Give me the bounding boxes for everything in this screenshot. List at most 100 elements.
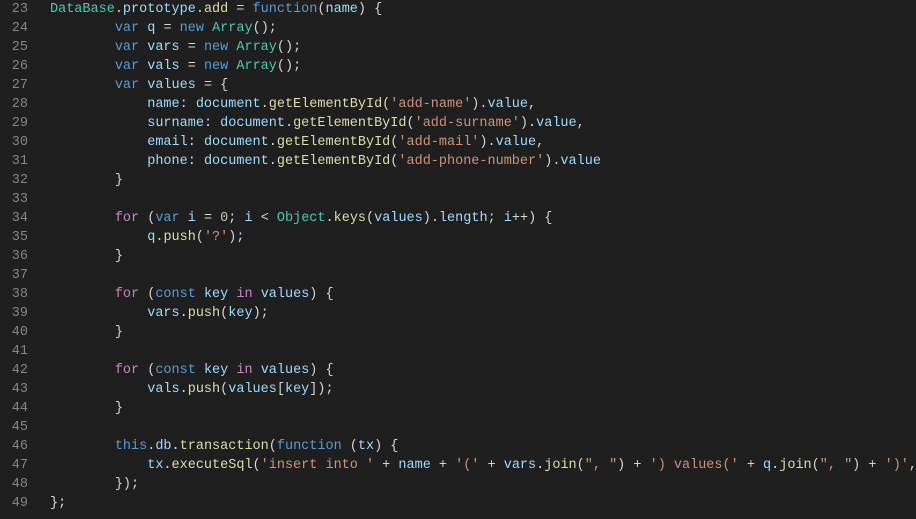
token-punc: . (261, 97, 269, 112)
token-var: values (228, 382, 277, 397)
code-line[interactable]: surname: document.getElementById('add-su… (50, 114, 916, 133)
token-type: Array (212, 21, 253, 36)
token-punc: ( (196, 230, 204, 245)
token-punc: . (180, 382, 188, 397)
token-var: document (204, 135, 269, 150)
code-line[interactable] (50, 190, 916, 209)
token-punc: ). (520, 116, 536, 131)
token-prop: value (496, 135, 537, 150)
token-kw: new (180, 21, 204, 36)
line-number: 29 (0, 114, 28, 133)
token-func: executeSql (172, 458, 253, 473)
token-ctrl: for (115, 211, 139, 226)
code-line[interactable]: tx.executeSql('insert into ' + name + '(… (50, 456, 916, 475)
line-number: 28 (0, 95, 28, 114)
token-punc: ). (471, 97, 487, 112)
code-line[interactable]: } (50, 171, 916, 190)
code-line[interactable]: var q = new Array(); (50, 19, 916, 38)
code-line[interactable] (50, 266, 916, 285)
code-line[interactable] (50, 342, 916, 361)
token-var: values (147, 78, 196, 93)
token-prop: name (147, 97, 179, 112)
token-punc: . (115, 2, 123, 17)
token-var: key (204, 363, 228, 378)
code-line[interactable]: } (50, 323, 916, 342)
token-func: getElementById (269, 97, 382, 112)
code-line[interactable]: var vals = new Array(); (50, 57, 916, 76)
code-line[interactable] (50, 418, 916, 437)
token-punc: . (180, 306, 188, 321)
code-line[interactable]: } (50, 247, 916, 266)
token-op: + (479, 458, 503, 473)
token-punc: , (909, 458, 916, 473)
token-func: getElementById (277, 154, 390, 169)
token-op: = (228, 2, 252, 17)
code-line[interactable]: } (50, 399, 916, 418)
code-line[interactable]: DataBase.prototype.add = function(name) … (50, 0, 916, 19)
token-obj: Object (277, 211, 326, 226)
token-ctrl: for (115, 363, 139, 378)
line-number: 43 (0, 380, 28, 399)
code-line[interactable]: email: document.getElementById('add-mail… (50, 133, 916, 152)
token-punc: . (172, 439, 180, 454)
token-kw: var (115, 21, 139, 36)
token-punc: ) { (309, 287, 333, 302)
code-line[interactable]: name: document.getElementById('add-name'… (50, 95, 916, 114)
token-punc: ( (139, 211, 155, 226)
token-var: vars (504, 458, 536, 473)
code-line[interactable]: for (const key in values) { (50, 285, 916, 304)
token-op: = (155, 21, 179, 36)
token-punc: ) { (528, 211, 552, 226)
line-number: 41 (0, 342, 28, 361)
token-punc: ). (479, 135, 495, 150)
code-line[interactable]: phone: document.getElementById('add-phon… (50, 152, 916, 171)
token-punc: ( (342, 439, 358, 454)
token-punc: ( (317, 2, 325, 17)
token-var: key (285, 382, 309, 397)
token-punc: ); (253, 306, 269, 321)
token-punc: ( (253, 458, 261, 473)
token-punc: [ (277, 382, 285, 397)
token-ctrl: for (115, 287, 139, 302)
token-type: Array (236, 59, 277, 74)
line-number: 30 (0, 133, 28, 152)
token-str: 'add-name' (390, 97, 471, 112)
token-prop: prototype (123, 2, 196, 17)
token-var: values (261, 287, 310, 302)
token-str: ')' (885, 458, 909, 473)
line-number: 26 (0, 57, 28, 76)
code-line[interactable]: for (var i = 0; i < Object.keys(values).… (50, 209, 916, 228)
token-punc: (); (253, 21, 277, 36)
token-punc: . (285, 116, 293, 131)
code-line[interactable]: vals.push(values[key]); (50, 380, 916, 399)
token-punc: ). (423, 211, 439, 226)
token-str: ') values(' (650, 458, 739, 473)
code-line[interactable]: this.db.transaction(function (tx) { (50, 437, 916, 456)
code-line[interactable]: }); (50, 475, 916, 494)
line-number: 39 (0, 304, 28, 323)
code-editor-content[interactable]: DataBase.prototype.add = function(name) … (42, 0, 916, 519)
token-var: values (261, 363, 310, 378)
code-line[interactable]: for (const key in values) { (50, 361, 916, 380)
code-line[interactable]: vars.push(key); (50, 304, 916, 323)
token-var: tx (147, 458, 163, 473)
token-kw: const (155, 363, 196, 378)
token-op (253, 287, 261, 302)
line-number: 37 (0, 266, 28, 285)
token-var: q (763, 458, 771, 473)
token-var: i (188, 211, 196, 226)
token-kw: this (115, 439, 147, 454)
line-number: 44 (0, 399, 28, 418)
line-number: 25 (0, 38, 28, 57)
line-number: 36 (0, 247, 28, 266)
token-punc: : (188, 154, 204, 169)
token-op: + (739, 458, 763, 473)
code-line[interactable]: var vars = new Array(); (50, 38, 916, 57)
line-number: 23 (0, 0, 28, 19)
token-var: i (244, 211, 252, 226)
code-line[interactable]: }; (50, 494, 916, 513)
token-str: '?' (204, 230, 228, 245)
code-line[interactable]: q.push('?'); (50, 228, 916, 247)
code-line[interactable]: var values = { (50, 76, 916, 95)
token-str: 'insert into ' (261, 458, 374, 473)
